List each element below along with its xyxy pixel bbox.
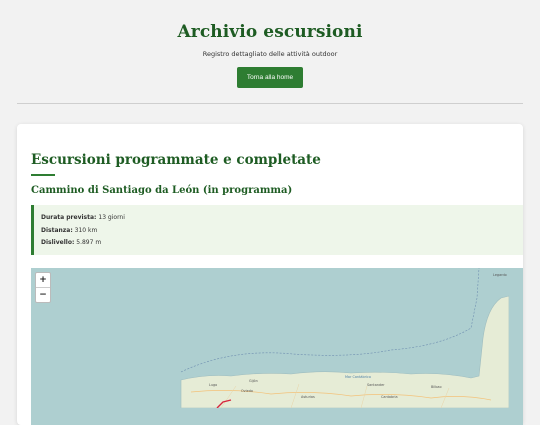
- map-label-lugo: Lugo: [209, 383, 217, 387]
- map-label-asturias: Asturias: [301, 395, 315, 399]
- stat-elevation: Dislivello: 5.897 m: [41, 237, 523, 250]
- map-label-legardo: Legardo: [493, 273, 507, 277]
- header-divider: [17, 103, 523, 104]
- map-label-gijon: Gijón: [249, 379, 258, 383]
- zoom-in-button[interactable]: +: [36, 273, 50, 288]
- zoom-control: + −: [35, 272, 51, 303]
- stat-duration-label: Durata prevista:: [41, 214, 97, 221]
- map-label-bilbao: Bilbao: [431, 385, 442, 389]
- stat-elevation-label: Dislivello:: [41, 239, 75, 246]
- page-title: Archivio escursioni: [177, 22, 363, 42]
- section-title: Escursioni programmate e completate: [31, 152, 321, 168]
- stat-elevation-value: 5.897 m: [76, 239, 102, 246]
- map-label-oviedo: Oviedo: [241, 389, 253, 393]
- map-label-santander: Santander: [367, 383, 385, 387]
- trips-card: Escursioni programmate e completate Camm…: [17, 124, 523, 425]
- stat-distance: Distanza: 310 km: [41, 225, 523, 238]
- zoom-out-button[interactable]: −: [36, 288, 50, 302]
- route-map[interactable]: Lugo Gijón Oviedo Asturias Santander Can…: [31, 268, 523, 425]
- stat-duration: Durata prevista: 13 giorni: [41, 212, 523, 225]
- map-tiles: Lugo Gijón Oviedo Asturias Santander Can…: [31, 268, 509, 408]
- map-label-cantabria: Cantabria: [381, 395, 398, 399]
- home-button[interactable]: Torna alla home: [236, 67, 304, 88]
- stat-duration-value: 13 giorni: [98, 214, 125, 221]
- page-header: Archivio escursioni Registro dettagliato…: [0, 0, 540, 88]
- map-label-sea: Mar Cantábrico: [345, 375, 371, 379]
- trip-stats: Durata prevista: 13 giorni Distanza: 310…: [31, 205, 523, 255]
- section-underline: [31, 174, 55, 176]
- trip-title: Cammino di Santiago da León (in programm…: [31, 185, 293, 196]
- stat-distance-label: Distanza:: [41, 226, 73, 234]
- page-subtitle: Registro dettagliato delle attività outd…: [202, 50, 338, 58]
- stat-distance-value: 310 km: [74, 226, 98, 234]
